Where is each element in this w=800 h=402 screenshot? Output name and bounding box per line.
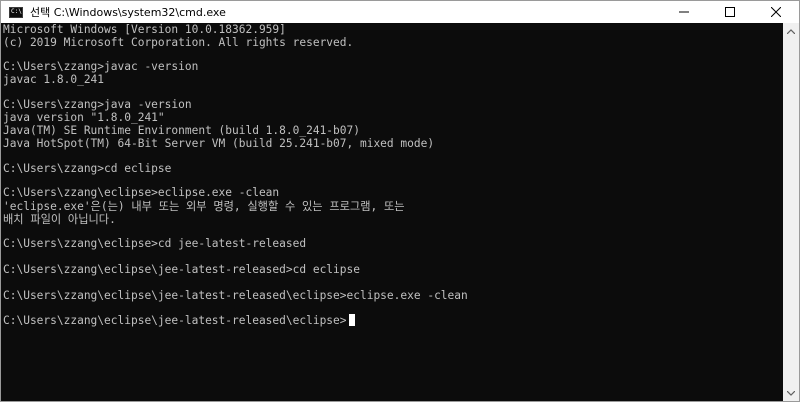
console-line: (c) 2019 Microsoft Corporation. All righ… [3, 36, 354, 49]
console-line: 'eclipse.exe'은(는) 내부 또는 외부 명령, 실행할 수 있는 … [3, 200, 405, 213]
scroll-up-button[interactable] [783, 23, 799, 39]
console-line: Java HotSpot(TM) 64-Bit Server VM (build… [3, 137, 435, 150]
title-bar[interactable]: C:\ 선택 C:\Windows\system32\cmd.exe [1, 1, 799, 23]
console-line: C:\Users\zzang\eclipse\jee-latest-releas… [3, 289, 468, 302]
window-title: 선택 C:\Windows\system32\cmd.exe [30, 6, 226, 19]
console-line: C:\Users\zzang\eclipse>cd jee-latest-rel… [3, 237, 307, 250]
console-line: java version "1.8.0_241" [3, 111, 165, 124]
maximize-button[interactable] [707, 1, 753, 23]
prompt-line[interactable]: C:\Users\zzang\eclipse\jee-latest-releas… [3, 314, 355, 328]
console-line: Java(TM) SE Runtime Environment (build 1… [3, 124, 360, 137]
cmd-window: C:\ 선택 C:\Windows\system32\cmd.exe Micro… [0, 0, 800, 402]
prompt-text: C:\Users\zzang\eclipse\jee-latest-releas… [3, 314, 347, 327]
console-line: Microsoft Windows [Version 10.0.18362.95… [3, 23, 286, 36]
console-line: C:\Users\zzang\eclipse\jee-latest-releas… [3, 263, 360, 276]
window-controls [661, 1, 799, 23]
console-line: C:\Users\zzang>java -version [3, 98, 192, 111]
text-cursor [348, 314, 355, 326]
scroll-up-icon [787, 28, 795, 34]
vertical-scrollbar[interactable] [783, 23, 799, 401]
minimize-button[interactable] [661, 1, 707, 23]
maximize-icon [725, 7, 735, 17]
console-line: C:\Users\zzang>cd eclipse [3, 162, 172, 175]
minimize-icon [679, 11, 689, 13]
console-line: C:\Users\zzang>javac -version [3, 60, 199, 73]
cmd-icon[interactable]: C:\ [9, 6, 23, 18]
console-line: C:\Users\zzang\eclipse>eclipse.exe -clea… [3, 186, 280, 199]
close-icon [771, 7, 781, 17]
console-line: 배치 파일이 아닙니다. [3, 213, 116, 226]
scroll-down-button[interactable] [783, 385, 799, 401]
scroll-down-icon [787, 390, 795, 396]
close-button[interactable] [753, 1, 799, 23]
console-line: javac 1.8.0_241 [3, 73, 105, 86]
console-output[interactable]: Microsoft Windows [Version 10.0.18362.95… [1, 23, 784, 401]
